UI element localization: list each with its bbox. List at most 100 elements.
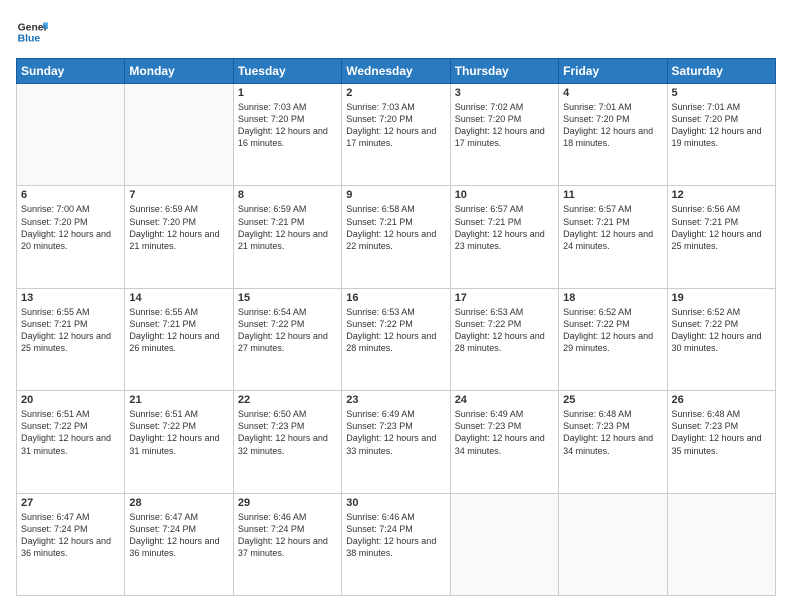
day-number: 14 [129,292,228,304]
calendar-cell: 16Sunrise: 6:53 AMSunset: 7:22 PMDayligh… [342,288,450,390]
calendar-cell [450,493,558,595]
calendar-cell: 20Sunrise: 6:51 AMSunset: 7:22 PMDayligh… [17,391,125,493]
calendar-cell: 5 Sunrise: 7:01 AMSunset: 7:20 PMDaylight… [667,84,775,186]
calendar-cell: 4 Sunrise: 7:01 AMSunset: 7:20 PMDaylight… [559,84,667,186]
day-info: Sunrise: 6:47 AMSunset: 7:24 PMDaylight:… [21,511,120,560]
day-number: 7 [129,189,228,201]
logo: General Blue [16,16,48,48]
day-info: Sunrise: 6:59 AMSunset: 7:21 PMDaylight:… [238,203,337,252]
svg-text:Blue: Blue [18,34,41,45]
calendar-cell: 25 Sunrise: 6:48 AMSunset: 7:23 PMDayligh… [559,391,667,493]
day-info: Sunrise: 6:56 AMSunset: 7:21 PMDaylight:… [672,203,771,252]
header: General Blue [16,16,776,48]
day-number: 3 [455,87,554,99]
day-info: Sunrise: 6:52 AMSunset: 7:22 PMDaylight:… [672,306,771,355]
calendar-cell: 3Sunrise: 7:02 AMSunset: 7:20 PMDaylight… [450,84,558,186]
day-info: Sunrise: 6:53 AMSunset: 7:22 PMDaylight:… [455,306,554,355]
calendar-cell: 15 Sunrise: 6:54 AMSunset: 7:22 PMDayligh… [233,288,341,390]
day-number: 2 [346,87,445,99]
calendar-cell: 13 Sunrise: 6:55 AMSunset: 7:21 PMDayligh… [17,288,125,390]
calendar-cell: 12Sunrise: 6:56 AMSunset: 7:21 PMDayligh… [667,186,775,288]
calendar-cell: 17 Sunrise: 6:53 AMSunset: 7:22 PMDayligh… [450,288,558,390]
day-number: 9 [346,189,445,201]
day-number: 17 [455,292,554,304]
logo-icon: General Blue [16,16,48,48]
calendar-cell: 11 Sunrise: 6:57 AMSunset: 7:21 PMDayligh… [559,186,667,288]
day-info: Sunrise: 7:03 AMSunset: 7:20 PMDaylight:… [238,101,337,150]
week-row-0: 1 Sunrise: 7:03 AMSunset: 7:20 PMDaylight… [17,84,776,186]
calendar-cell: 24 Sunrise: 6:49 AMSunset: 7:23 PMDayligh… [450,391,558,493]
day-number: 1 [238,87,337,99]
day-number: 29 [238,497,337,509]
day-info: Sunrise: 6:55 AMSunset: 7:21 PMDaylight:… [21,306,120,355]
day-info: Sunrise: 6:53 AMSunset: 7:22 PMDaylight:… [346,306,445,355]
calendar-cell: 1 Sunrise: 7:03 AMSunset: 7:20 PMDaylight… [233,84,341,186]
day-info: Sunrise: 7:01 AMSunset: 7:20 PMDaylight:… [563,101,662,150]
day-number: 27 [21,497,120,509]
calendar-cell: 29 Sunrise: 6:46 AMSunset: 7:24 PMDayligh… [233,493,341,595]
day-number: 11 [563,189,662,201]
day-info: Sunrise: 6:55 AMSunset: 7:21 PMDaylight:… [129,306,228,355]
calendar-cell: 10 Sunrise: 6:57 AMSunset: 7:21 PMDayligh… [450,186,558,288]
col-header-friday: Friday [559,59,667,84]
col-header-tuesday: Tuesday [233,59,341,84]
day-number: 15 [238,292,337,304]
day-info: Sunrise: 6:57 AMSunset: 7:21 PMDaylight:… [455,203,554,252]
day-number: 13 [21,292,120,304]
day-number: 19 [672,292,771,304]
week-row-2: 13 Sunrise: 6:55 AMSunset: 7:21 PMDayligh… [17,288,776,390]
day-info: Sunrise: 6:49 AMSunset: 7:23 PMDaylight:… [346,408,445,457]
week-row-3: 20Sunrise: 6:51 AMSunset: 7:22 PMDayligh… [17,391,776,493]
day-info: Sunrise: 6:51 AMSunset: 7:22 PMDaylight:… [21,408,120,457]
day-number: 26 [672,394,771,406]
day-info: Sunrise: 6:49 AMSunset: 7:23 PMDaylight:… [455,408,554,457]
calendar-cell [125,84,233,186]
calendar-cell [559,493,667,595]
col-header-thursday: Thursday [450,59,558,84]
calendar-cell: 28 Sunrise: 6:47 AMSunset: 7:24 PMDayligh… [125,493,233,595]
calendar-cell: 8 Sunrise: 6:59 AMSunset: 7:21 PMDaylight… [233,186,341,288]
day-number: 23 [346,394,445,406]
calendar-cell: 6 Sunrise: 7:00 AMSunset: 7:20 PMDaylight… [17,186,125,288]
calendar-cell: 21Sunrise: 6:51 AMSunset: 7:22 PMDayligh… [125,391,233,493]
day-number: 28 [129,497,228,509]
day-info: Sunrise: 7:01 AMSunset: 7:20 PMDaylight:… [672,101,771,150]
day-number: 8 [238,189,337,201]
day-number: 4 [563,87,662,99]
day-info: Sunrise: 6:50 AMSunset: 7:23 PMDaylight:… [238,408,337,457]
calendar-table: SundayMondayTuesdayWednesdayThursdayFrid… [16,58,776,596]
day-number: 24 [455,394,554,406]
day-info: Sunrise: 7:03 AMSunset: 7:20 PMDaylight:… [346,101,445,150]
day-info: Sunrise: 6:58 AMSunset: 7:21 PMDaylight:… [346,203,445,252]
day-number: 5 [672,87,771,99]
day-number: 22 [238,394,337,406]
calendar-cell: 18 Sunrise: 6:52 AMSunset: 7:22 PMDayligh… [559,288,667,390]
day-number: 21 [129,394,228,406]
day-info: Sunrise: 6:46 AMSunset: 7:24 PMDaylight:… [346,511,445,560]
day-info: Sunrise: 6:54 AMSunset: 7:22 PMDaylight:… [238,306,337,355]
col-header-wednesday: Wednesday [342,59,450,84]
calendar-cell: 23 Sunrise: 6:49 AMSunset: 7:23 PMDayligh… [342,391,450,493]
col-header-monday: Monday [125,59,233,84]
calendar-cell: 14 Sunrise: 6:55 AMSunset: 7:21 PMDayligh… [125,288,233,390]
calendar-cell: 26 Sunrise: 6:48 AMSunset: 7:23 PMDayligh… [667,391,775,493]
week-row-1: 6 Sunrise: 7:00 AMSunset: 7:20 PMDaylight… [17,186,776,288]
calendar-cell [667,493,775,595]
day-number: 10 [455,189,554,201]
day-number: 18 [563,292,662,304]
calendar-cell: 27 Sunrise: 6:47 AMSunset: 7:24 PMDayligh… [17,493,125,595]
day-info: Sunrise: 6:48 AMSunset: 7:23 PMDaylight:… [563,408,662,457]
calendar-cell: 30Sunrise: 6:46 AMSunset: 7:24 PMDayligh… [342,493,450,595]
day-number: 6 [21,189,120,201]
day-info: Sunrise: 6:52 AMSunset: 7:22 PMDaylight:… [563,306,662,355]
week-row-4: 27 Sunrise: 6:47 AMSunset: 7:24 PMDayligh… [17,493,776,595]
col-header-sunday: Sunday [17,59,125,84]
day-number: 25 [563,394,662,406]
day-info: Sunrise: 6:57 AMSunset: 7:21 PMDaylight:… [563,203,662,252]
day-info: Sunrise: 6:47 AMSunset: 7:24 PMDaylight:… [129,511,228,560]
calendar-cell: 22 Sunrise: 6:50 AMSunset: 7:23 PMDayligh… [233,391,341,493]
day-info: Sunrise: 6:46 AMSunset: 7:24 PMDaylight:… [238,511,337,560]
day-info: Sunrise: 7:00 AMSunset: 7:20 PMDaylight:… [21,203,120,252]
day-info: Sunrise: 6:48 AMSunset: 7:23 PMDaylight:… [672,408,771,457]
day-info: Sunrise: 6:59 AMSunset: 7:20 PMDaylight:… [129,203,228,252]
